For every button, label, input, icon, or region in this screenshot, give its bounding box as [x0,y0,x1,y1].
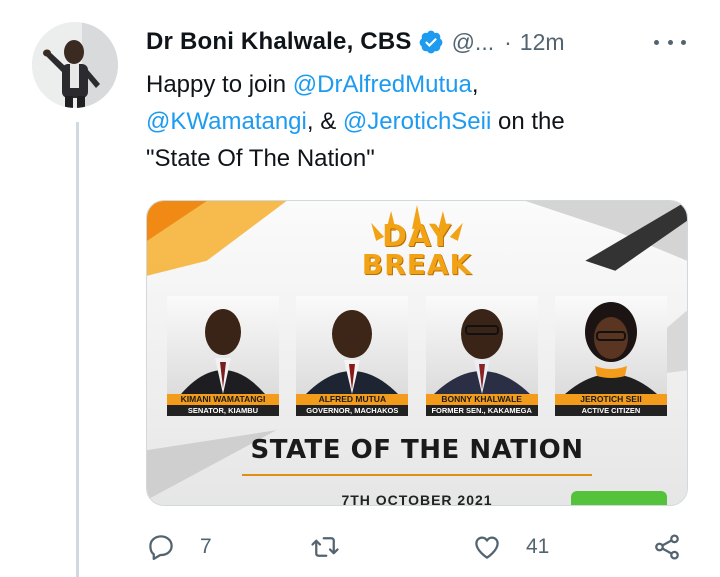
like-count: 41 [526,535,550,558]
guest-role: SENATOR, KIAMBU [167,405,279,416]
author-handle[interactable]: @... [452,29,495,56]
guest-name: KIMANI WAMATANGI [167,394,279,405]
more-dots-icon[interactable] [654,30,686,54]
mention-link-kWamatangi[interactable]: @KWamatangi [146,108,307,135]
headline-underline [242,474,592,476]
tweet-text-tail: on the [491,108,565,135]
guest-photo [425,296,538,394]
guest-portrait-icon [564,302,657,394]
tweet-text-amp: , & [306,108,343,135]
guest-panels: KIMANI WAMATANGI SENATOR, KIAMBU ALFRED … [167,296,667,421]
guest-photo [167,296,279,394]
tweet-header: Dr Boni Khalwale, CBS @... · 12m [146,26,565,58]
tweet-text: Happy to join @DrAlfredMutua, @KWamatang… [146,66,686,177]
reply-icon [149,535,173,560]
mention-link-jerotichSeii[interactable]: @JerotichSeii [343,108,491,135]
guest-name: JEROTICH SEII [554,394,667,405]
guest-name: ALFRED MUTUA [296,394,409,405]
thread-line [76,122,79,577]
retweet-button[interactable] [310,530,364,564]
like-icon [475,536,499,559]
guest-photo [296,296,409,394]
daybreak-logo: DAY BREAK [147,219,687,281]
tweet-text-line3: "State Of The Nation" [146,145,375,172]
guest-panel: BONNY KHALWALE FORMER SEN., KAKAMEGA [425,296,538,421]
guest-photo [554,296,667,394]
reply-button[interactable]: 7 [146,530,212,564]
guest-portrait-icon [181,309,265,394]
guest-panel: ALFRED MUTUA GOVERNOR, MACHAKOS [296,296,409,421]
guest-panel: JEROTICH SEII ACTIVE CITIZEN [554,296,667,421]
avatar-photo [32,22,118,108]
media-logo-tag [571,491,667,505]
guest-role: ACTIVE CITIZEN [554,405,667,416]
guest-role: FORMER SEN., KAKAMEGA [425,405,538,416]
tweet-text-comma: , [471,71,479,98]
retweet-icon [311,537,339,557]
guest-portrait-icon [306,310,399,394]
like-button[interactable]: 41 [472,530,549,564]
verified-badge-icon [419,30,442,54]
tweet-timestamp[interactable]: 12m [520,29,565,56]
guest-portrait-icon [433,309,530,394]
guest-panel: KIMANI WAMATANGI SENATOR, KIAMBU [167,296,279,421]
share-icon [655,534,679,560]
guest-role: GOVERNOR, MACHAKOS [296,405,409,416]
share-button[interactable] [652,530,682,564]
guest-name: BONNY KHALWALE [425,394,538,405]
daybreak-bottom: BREAK [361,248,473,281]
author-name[interactable]: Dr Boni Khalwale, CBS [146,28,412,56]
reply-count: 7 [200,535,212,558]
separator-dot: · [504,28,512,55]
tweet-text-lead: Happy to join [146,71,293,98]
mention-link-drAlfredMutua[interactable]: @DrAlfredMutua [293,71,472,98]
media-image[interactable]: DAY BREAK KIMANI WAMATANGI SENATOR, KIAM… [146,200,688,506]
media-headline: STATE OF THE NATION [250,435,584,465]
avatar[interactable] [32,22,118,108]
tweet-actions: 7 41 [146,530,694,564]
